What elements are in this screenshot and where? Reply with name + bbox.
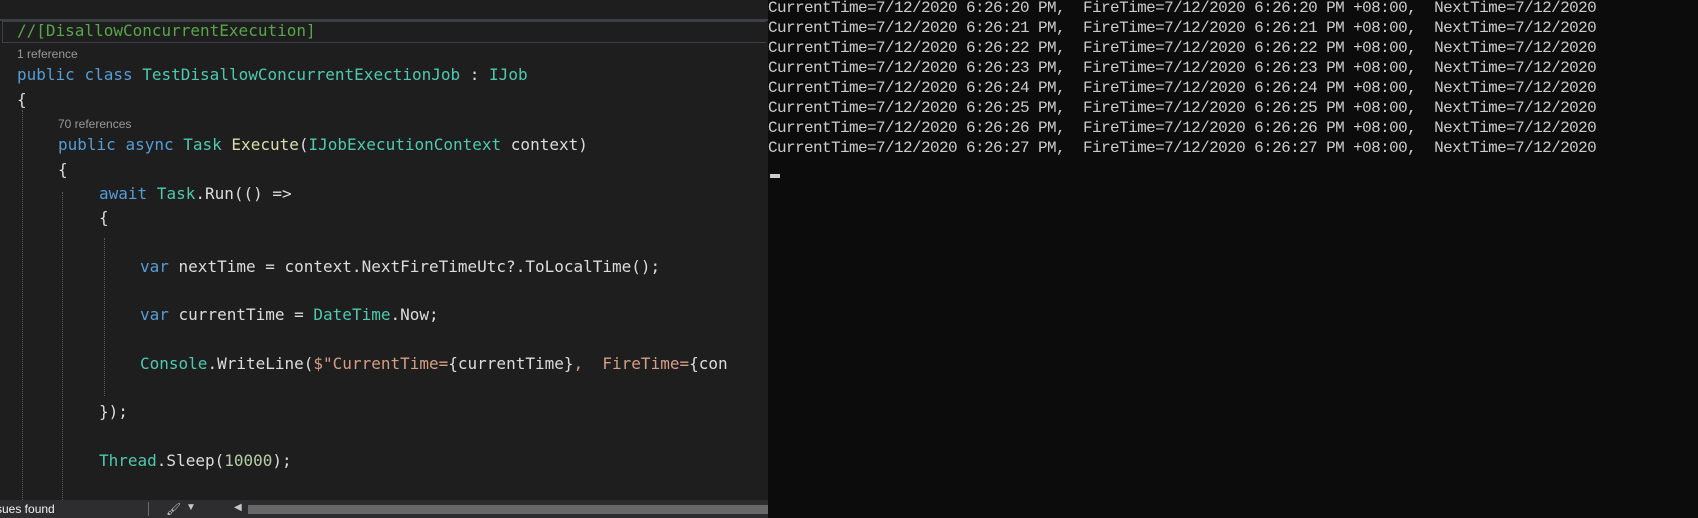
horizontal-scrollbar[interactable] bbox=[248, 505, 768, 514]
class-declaration-line[interactable]: public class TestDisallowConcurrentExect… bbox=[17, 64, 528, 86]
colon: : bbox=[460, 65, 490, 84]
issues-status-text[interactable]: sues found bbox=[0, 501, 55, 517]
open-paren: ( bbox=[298, 135, 309, 154]
console-output-line: CurrentTime=7/12/2020 6:26:21 PM, FireTi… bbox=[768, 19, 1597, 37]
console-window[interactable]: CurrentTime=7/12/2020 6:26:20 PM, FireTi… bbox=[768, 0, 1698, 518]
string-fire-time: , FireTime= bbox=[573, 354, 690, 373]
keyword-class: class bbox=[84, 65, 133, 84]
keyword-await: await bbox=[99, 184, 148, 203]
sleep-call-end: ); bbox=[272, 451, 292, 470]
method-open-brace[interactable]: { bbox=[58, 159, 68, 181]
horizontal-scrollbar-thumb[interactable] bbox=[248, 505, 768, 514]
type-thread: Thread bbox=[99, 451, 157, 470]
console-output-line: CurrentTime=7/12/2020 6:26:26 PM, FireTi… bbox=[768, 119, 1597, 137]
class-references-codelens[interactable]: 1 reference bbox=[17, 46, 78, 62]
class-name: TestDisallowConcurrentExectionJob bbox=[142, 65, 461, 84]
keyword-public: public bbox=[58, 135, 116, 154]
method-name: Execute bbox=[231, 135, 299, 154]
indent-guide bbox=[62, 192, 63, 500]
interface-name: IJob bbox=[489, 65, 528, 84]
run-call: .Run(() => bbox=[195, 184, 292, 203]
lambda-close[interactable]: }); bbox=[99, 401, 128, 423]
code-editor[interactable]: //[DisallowConcurrentExecution] 1 refere… bbox=[0, 0, 768, 518]
class-open-brace[interactable]: { bbox=[17, 89, 27, 111]
return-type: Task bbox=[183, 135, 222, 154]
sleep-duration-number: 10000 bbox=[224, 451, 273, 470]
sleep-call: .Sleep( bbox=[156, 451, 225, 470]
thread-sleep-line[interactable]: Thread.Sleep(10000); bbox=[99, 450, 292, 472]
writeline-call: .WriteLine( bbox=[207, 354, 314, 373]
console-output-line: CurrentTime=7/12/2020 6:26:25 PM, FireTi… bbox=[768, 99, 1597, 117]
status-separator bbox=[148, 502, 149, 516]
next-time-expression: nextTime = context.NextFireTimeUtc?.ToLo… bbox=[168, 257, 661, 276]
lambda-open-brace[interactable]: { bbox=[99, 207, 109, 229]
keyword-var: var bbox=[140, 305, 169, 324]
method-declaration-line[interactable]: public async Task Execute(IJobExecutionC… bbox=[58, 134, 588, 156]
type-console: Console bbox=[140, 354, 208, 373]
keyword-public: public bbox=[17, 65, 75, 84]
now-member: .Now; bbox=[390, 305, 439, 324]
scroll-left-arrow-icon[interactable]: ◀ bbox=[234, 500, 242, 516]
param-name: context bbox=[510, 135, 579, 154]
console-output-line: CurrentTime=7/12/2020 6:26:22 PM, FireTi… bbox=[768, 39, 1597, 57]
console-output-line: CurrentTime=7/12/2020 6:26:20 PM, FireTi… bbox=[768, 0, 1597, 17]
console-output-line: CurrentTime=7/12/2020 6:26:27 PM, FireTi… bbox=[768, 139, 1597, 157]
editor-status-bar: sues found 🖌 ▼ ◀ bbox=[0, 500, 768, 518]
console-output-line: CurrentTime=7/12/2020 6:26:24 PM, FireTi… bbox=[768, 79, 1597, 97]
current-time-assign: currentTime = bbox=[168, 305, 314, 324]
keyword-var: var bbox=[140, 257, 169, 276]
code-cleanup-brush-icon[interactable]: 🖌 bbox=[166, 501, 181, 517]
next-time-line[interactable]: var nextTime = context.NextFireTimeUtc?.… bbox=[140, 256, 660, 278]
attribute-comment-line[interactable]: //[DisallowConcurrentExecution] bbox=[17, 20, 316, 42]
interp-context-truncated: {con bbox=[689, 354, 728, 373]
console-writeline-line[interactable]: Console.WriteLine($"CurrentTime={current… bbox=[140, 353, 728, 375]
param-type: IJobExecutionContext bbox=[308, 135, 502, 154]
string-current-time: $"CurrentTime= bbox=[313, 354, 449, 373]
chevron-down-icon[interactable]: ▼ bbox=[186, 500, 196, 516]
type-datetime: DateTime bbox=[313, 305, 391, 324]
console-cursor bbox=[770, 174, 780, 178]
indent-guide bbox=[104, 238, 105, 396]
method-references-codelens[interactable]: 70 references bbox=[58, 116, 131, 132]
await-task-run-line[interactable]: await Task.Run(() => bbox=[99, 183, 292, 205]
indent-guide bbox=[22, 110, 23, 500]
current-time-line[interactable]: var currentTime = DateTime.Now; bbox=[140, 304, 439, 326]
close-paren: ) bbox=[578, 135, 588, 154]
keyword-async: async bbox=[125, 135, 174, 154]
type-task: Task bbox=[156, 184, 196, 203]
console-output-line: CurrentTime=7/12/2020 6:26:23 PM, FireTi… bbox=[768, 59, 1597, 77]
interp-current-time: {currentTime} bbox=[448, 354, 574, 373]
